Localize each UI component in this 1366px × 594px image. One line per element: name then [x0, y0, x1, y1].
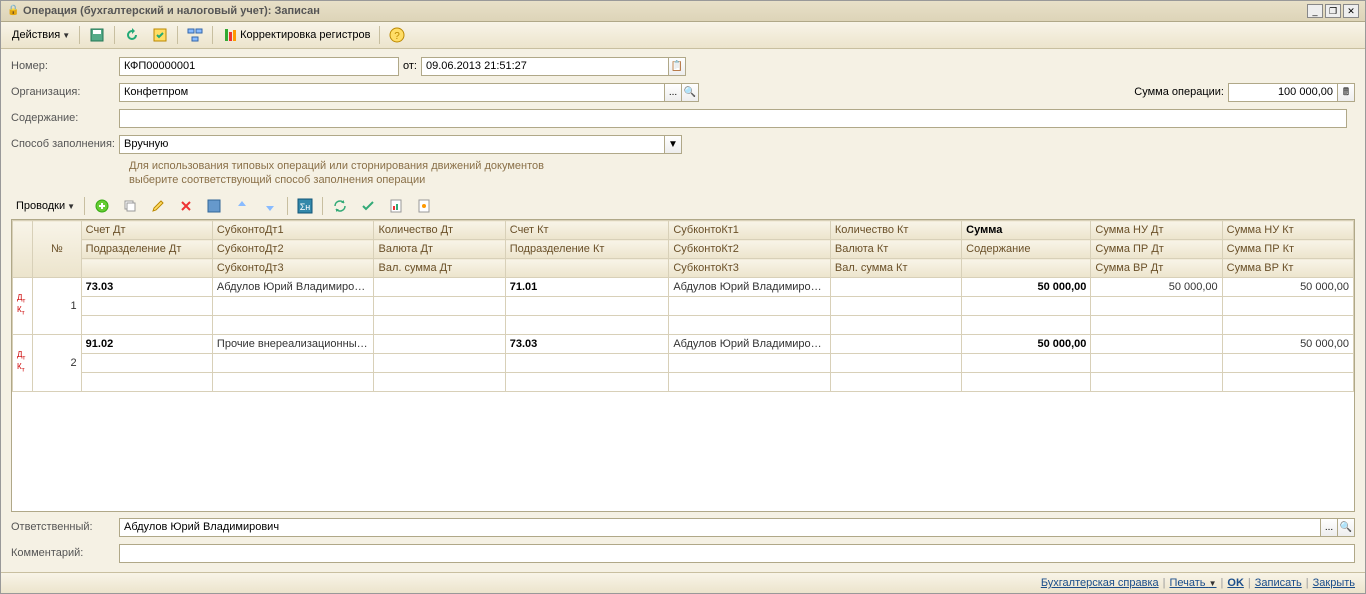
refresh-icon[interactable]: [119, 24, 145, 46]
sum-label: Сумма операции:: [1134, 86, 1224, 98]
comment-label: Комментарий:: [11, 547, 119, 559]
dtkt-icon: ДтКт: [17, 294, 28, 317]
dtkt-icon: ДтКт: [17, 351, 28, 374]
svg-text:?: ?: [395, 31, 401, 42]
sum-input[interactable]: [1228, 83, 1338, 102]
move-down-icon[interactable]: [257, 195, 283, 217]
move-up-icon[interactable]: [229, 195, 255, 217]
accounting-ref-link[interactable]: Бухгалтерская справка: [1041, 577, 1159, 589]
table-row[interactable]: ДтКт 1 73.03Абдулов Юрий Владимирович 71…: [13, 278, 1354, 297]
header-row-3: СубконтоДт3 Вал. сумма Дт СубконтоКт3 Ва…: [13, 259, 1354, 278]
table-row[interactable]: [13, 316, 1354, 335]
resp-label: Ответственный:: [11, 521, 119, 533]
entries-menu[interactable]: Проводки▼: [11, 197, 80, 215]
ok-button[interactable]: OK: [1227, 577, 1244, 589]
org-label: Организация:: [11, 86, 119, 98]
grid-toolbar: Проводки▼ Σн: [1, 193, 1365, 219]
comment-input[interactable]: [119, 544, 1355, 563]
structure-icon[interactable]: [182, 24, 208, 46]
content-label: Содержание:: [11, 112, 119, 124]
close-button[interactable]: Закрыть: [1313, 577, 1355, 589]
org-input[interactable]: [119, 83, 665, 102]
post-icon[interactable]: [147, 24, 173, 46]
entries-grid[interactable]: № Счет Дт СубконтоДт1 Количество Дт Счет…: [11, 219, 1355, 512]
footer-bar: Бухгалтерская справка | Печать ▼ | OK | …: [1, 572, 1365, 593]
window-title: Операция (бухгалтерский и налоговый учет…: [23, 5, 1307, 17]
print-link[interactable]: Печать ▼: [1170, 577, 1217, 589]
registers-button[interactable]: Корректировка регистров: [217, 24, 375, 46]
hint-line-1: Для использования типовых операций или с…: [129, 159, 1355, 173]
actions-menu[interactable]: Действия▼: [7, 26, 75, 44]
method-dropdown-icon[interactable]: ▼: [664, 135, 682, 154]
method-label: Способ заполнения:: [11, 138, 119, 150]
report-icon[interactable]: [383, 195, 409, 217]
table-row[interactable]: [13, 297, 1354, 316]
title-bar: 🔒 Операция (бухгалтерский и налоговый уч…: [1, 1, 1365, 22]
edit-row-icon[interactable]: [145, 195, 171, 217]
save-and-close-icon[interactable]: [84, 24, 110, 46]
from-label: от:: [403, 60, 417, 72]
check-icon[interactable]: [355, 195, 381, 217]
header-row-1: № Счет Дт СубконтоДт1 Количество Дт Счет…: [13, 221, 1354, 240]
add-row-icon[interactable]: [89, 195, 115, 217]
help-icon[interactable]: ?: [384, 24, 410, 46]
main-toolbar: Действия▼ Корректировка регистров ?: [1, 22, 1365, 49]
resp-select-button[interactable]: ...: [1320, 518, 1338, 537]
close-window-button[interactable]: ✕: [1343, 4, 1359, 18]
copy-row-icon[interactable]: [117, 195, 143, 217]
save-rows-icon[interactable]: [201, 195, 227, 217]
table-row[interactable]: ДтКт 2 91.02Прочие внереализационные... …: [13, 335, 1354, 354]
date-input[interactable]: [421, 57, 669, 76]
hint-line-2: выберите соответствующий способ заполнен…: [129, 173, 1355, 187]
table-row[interactable]: [13, 354, 1354, 373]
minimize-button[interactable]: _: [1307, 4, 1323, 18]
header-row-2: Подразделение Дт СубконтоДт2 Валюта Дт П…: [13, 240, 1354, 259]
calculator-icon[interactable]: 🖩: [1337, 83, 1355, 102]
table-row[interactable]: [13, 373, 1354, 392]
save-button[interactable]: Записать: [1255, 577, 1302, 589]
settings-icon[interactable]: [411, 195, 437, 217]
number-label: Номер:: [11, 60, 119, 72]
reload-icon[interactable]: [327, 195, 353, 217]
calendar-icon[interactable]: 📋: [668, 57, 686, 76]
method-select[interactable]: [119, 135, 665, 154]
content-input[interactable]: [119, 109, 1347, 128]
lock-icon: 🔒: [7, 5, 19, 17]
delete-row-icon[interactable]: [173, 195, 199, 217]
org-select-button[interactable]: ...: [664, 83, 682, 102]
svg-text:Σн: Σн: [300, 202, 311, 212]
org-search-icon[interactable]: 🔍: [681, 83, 699, 102]
maximize-button[interactable]: ❐: [1325, 4, 1341, 18]
resp-search-icon[interactable]: 🔍: [1337, 518, 1355, 537]
sum-icon[interactable]: Σн: [292, 195, 318, 217]
number-input[interactable]: [119, 57, 399, 76]
resp-input[interactable]: [119, 518, 1321, 537]
